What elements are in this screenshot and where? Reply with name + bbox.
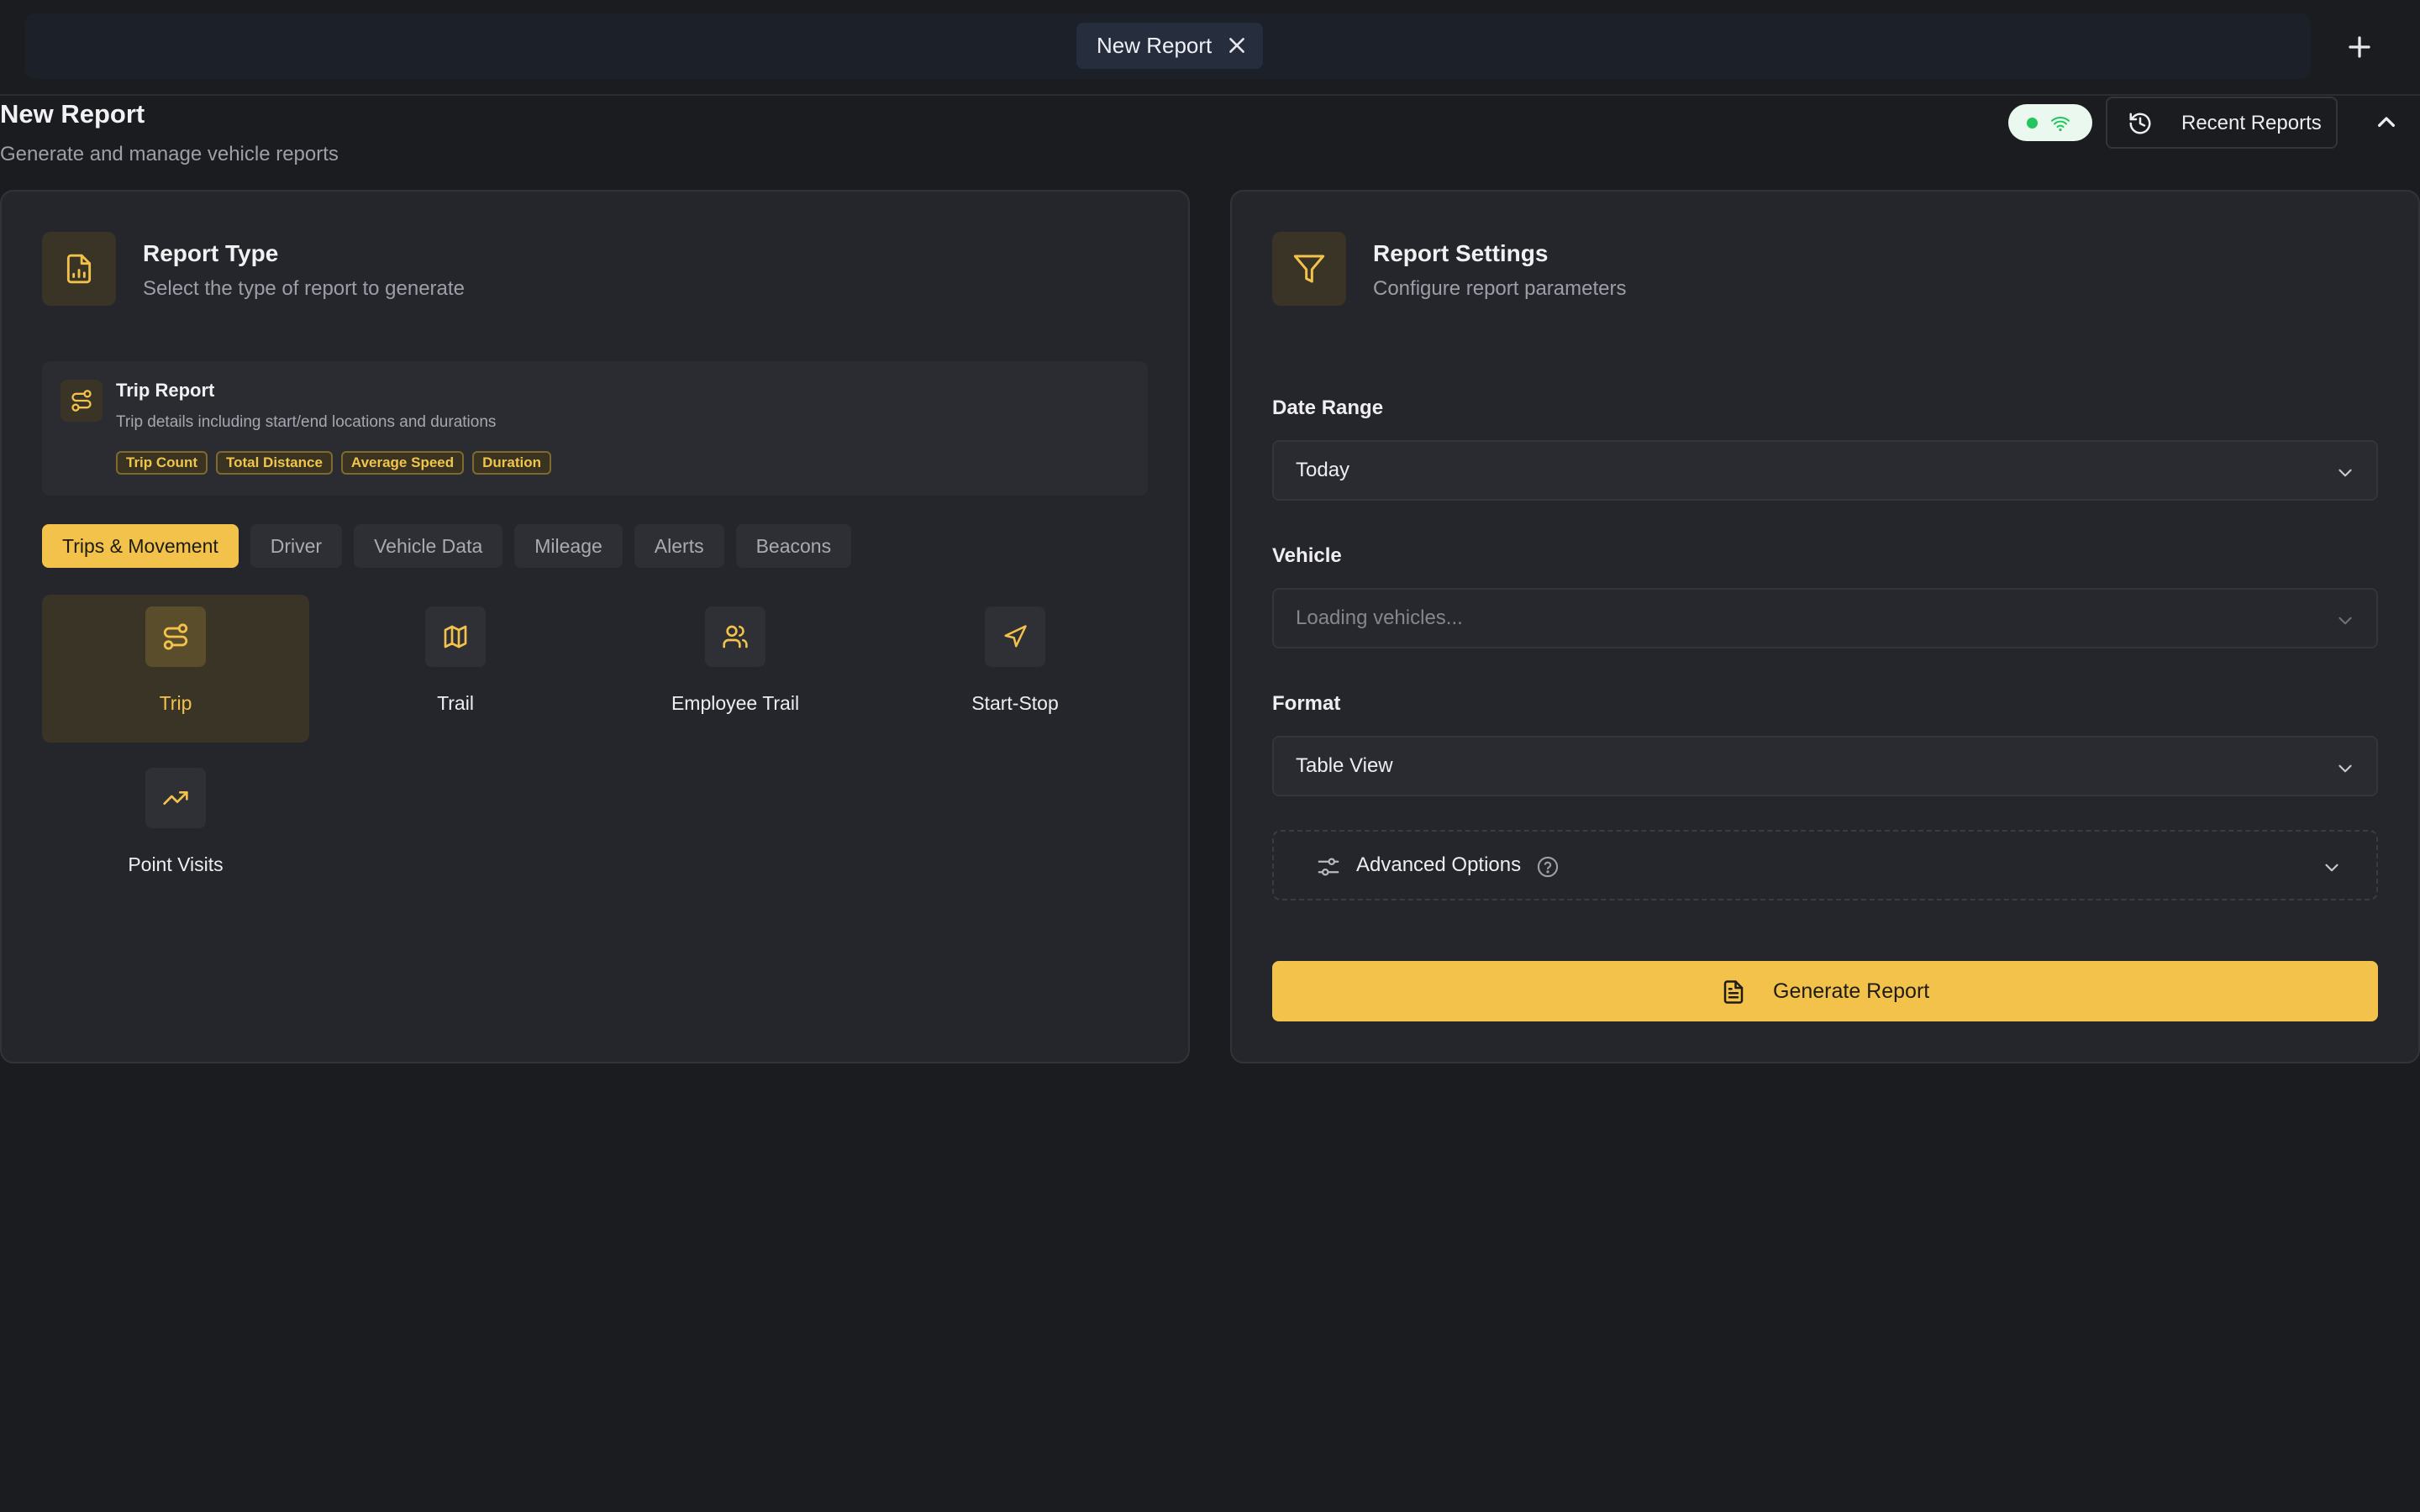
map-icon xyxy=(425,606,486,667)
report-type-label: Employee Trail xyxy=(671,692,800,714)
close-tab-icon[interactable] xyxy=(1226,34,1248,56)
route-icon xyxy=(60,380,103,422)
route-icon xyxy=(145,606,206,667)
report-type-subtitle: Select the type of report to generate xyxy=(143,277,465,300)
report-type-employee-trail[interactable]: Employee Trail xyxy=(602,595,869,743)
tab-vehicle-data[interactable]: Vehicle Data xyxy=(354,524,503,568)
vehicle-select[interactable]: Loading vehicles... xyxy=(1272,588,2378,648)
selected-report-info: Trip Report Trip details including start… xyxy=(42,361,1148,496)
connection-status-badge xyxy=(2008,104,2092,141)
generate-report-button[interactable]: Generate Report xyxy=(1272,961,2378,1021)
trending-up-icon xyxy=(145,768,206,828)
filter-icon xyxy=(1272,232,1346,306)
report-type-start-stop[interactable]: Start-Stop xyxy=(881,595,1149,743)
date-range-select[interactable]: Today xyxy=(1272,440,2378,501)
report-type-label: Start-Stop xyxy=(971,692,1059,714)
report-type-trip[interactable]: Trip xyxy=(42,595,309,743)
report-type-point-visits[interactable]: Point Visits xyxy=(42,756,309,904)
users-icon xyxy=(705,606,765,667)
selected-report-description: Trip details including start/end locatio… xyxy=(116,413,497,431)
date-range-value: Today xyxy=(1296,459,1350,481)
tab-beacons[interactable]: Beacons xyxy=(735,524,852,568)
page-title: New Report xyxy=(0,99,145,129)
report-settings-title: Report Settings xyxy=(1373,240,1549,266)
chevron-down-icon xyxy=(2321,857,2343,879)
tab-new-report[interactable]: New Report xyxy=(1076,23,1263,69)
metric-tag: Duration xyxy=(472,451,552,475)
divider xyxy=(0,94,2420,96)
category-tabs: Trips & Movement Driver Vehicle Data Mil… xyxy=(42,524,852,568)
history-icon xyxy=(2128,111,2153,136)
report-type-label: Point Visits xyxy=(128,853,224,875)
advanced-options-toggle[interactable]: Advanced Options xyxy=(1272,830,2378,900)
navigation-icon xyxy=(985,606,1045,667)
add-tab-icon[interactable] xyxy=(2341,29,2378,66)
page-subtitle: Generate and manage vehicle reports xyxy=(0,143,339,165)
tab-trips-movement[interactable]: Trips & Movement xyxy=(42,524,239,568)
metric-tag: Average Speed xyxy=(340,451,465,475)
vehicle-value: Loading vehicles... xyxy=(1296,606,1463,629)
generate-report-label: Generate Report xyxy=(1773,979,1930,1003)
tab-mileage[interactable]: Mileage xyxy=(514,524,623,568)
file-chart-icon xyxy=(42,232,116,306)
chevron-down-icon xyxy=(2334,758,2356,780)
tab-alerts[interactable]: Alerts xyxy=(634,524,724,568)
wifi-icon xyxy=(2050,113,2070,134)
format-label: Format xyxy=(1272,692,1341,715)
report-type-title: Report Type xyxy=(143,240,279,266)
format-select[interactable]: Table View xyxy=(1272,736,2378,796)
chevron-down-icon xyxy=(2334,462,2356,484)
tab-label: New Report xyxy=(1097,33,1213,58)
report-type-label: Trail xyxy=(437,692,474,714)
report-type-label: Trip xyxy=(159,692,192,714)
recent-reports-button[interactable]: Recent Reports xyxy=(2106,97,2338,149)
status-dot-icon xyxy=(2027,118,2038,129)
metric-tag: Total Distance xyxy=(215,451,333,475)
sliders-icon xyxy=(1316,854,1341,879)
advanced-options-label: Advanced Options xyxy=(1356,853,1522,876)
file-text-icon xyxy=(1721,979,1746,1005)
help-circle-icon[interactable] xyxy=(1536,855,1560,879)
tab-driver[interactable]: Driver xyxy=(250,524,343,568)
vehicle-label: Vehicle xyxy=(1272,544,1342,567)
report-type-trail[interactable]: Trail xyxy=(322,595,589,743)
recent-reports-label: Recent Reports xyxy=(2181,112,2322,134)
selected-report-title: Trip Report xyxy=(116,380,215,401)
chevron-down-icon xyxy=(2334,610,2356,632)
chevron-up-icon[interactable] xyxy=(2370,106,2403,139)
metric-tag: Trip Count xyxy=(116,451,208,475)
report-settings-subtitle: Configure report parameters xyxy=(1373,277,1627,300)
date-range-label: Date Range xyxy=(1272,396,1384,419)
format-value: Table View xyxy=(1296,754,1393,777)
